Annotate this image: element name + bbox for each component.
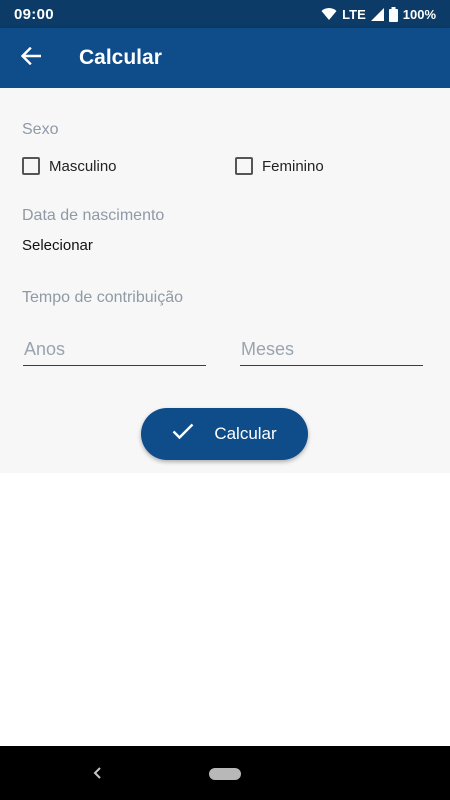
battery-icon bbox=[388, 6, 398, 22]
nav-back-icon[interactable] bbox=[88, 763, 108, 783]
years-field[interactable] bbox=[23, 334, 206, 366]
female-label: Feminino bbox=[262, 157, 324, 175]
page-title: Calcular bbox=[79, 46, 162, 69]
sex-label: Sexo bbox=[22, 121, 59, 138]
calculator-form: Sexo Masculino Feminino Data de nascimen… bbox=[0, 88, 450, 473]
male-option[interactable]: Masculino bbox=[22, 157, 117, 175]
female-checkbox[interactable] bbox=[235, 157, 253, 175]
network-type: LTE bbox=[342, 6, 366, 22]
female-option[interactable]: Feminino bbox=[235, 157, 324, 175]
calculate-button[interactable]: Calcular bbox=[141, 408, 308, 460]
status-bar: 09:00 LTE 100% bbox=[0, 0, 450, 28]
birth-date-label: Data de nascimento bbox=[22, 207, 165, 224]
birth-date-select[interactable]: Selecionar bbox=[22, 237, 93, 254]
check-icon bbox=[172, 423, 194, 445]
battery-percent: 100% bbox=[402, 6, 436, 22]
app-bar: Calcular bbox=[0, 28, 450, 88]
contribution-label: Tempo de contribuição bbox=[22, 289, 183, 306]
nav-home-pill[interactable] bbox=[209, 768, 241, 780]
status-time: 09:00 bbox=[14, 5, 54, 23]
calculate-button-label: Calcular bbox=[214, 424, 277, 443]
wifi-icon bbox=[321, 7, 337, 21]
male-checkbox[interactable] bbox=[22, 157, 40, 175]
signal-icon bbox=[370, 7, 384, 21]
years-input[interactable] bbox=[23, 334, 206, 365]
status-icons: LTE 100% bbox=[321, 6, 436, 22]
months-input[interactable] bbox=[240, 334, 423, 365]
months-field[interactable] bbox=[240, 334, 423, 366]
navigation-bar bbox=[0, 746, 450, 800]
back-button[interactable] bbox=[0, 28, 62, 88]
male-label: Masculino bbox=[49, 157, 117, 175]
arrow-left-icon bbox=[20, 46, 42, 70]
